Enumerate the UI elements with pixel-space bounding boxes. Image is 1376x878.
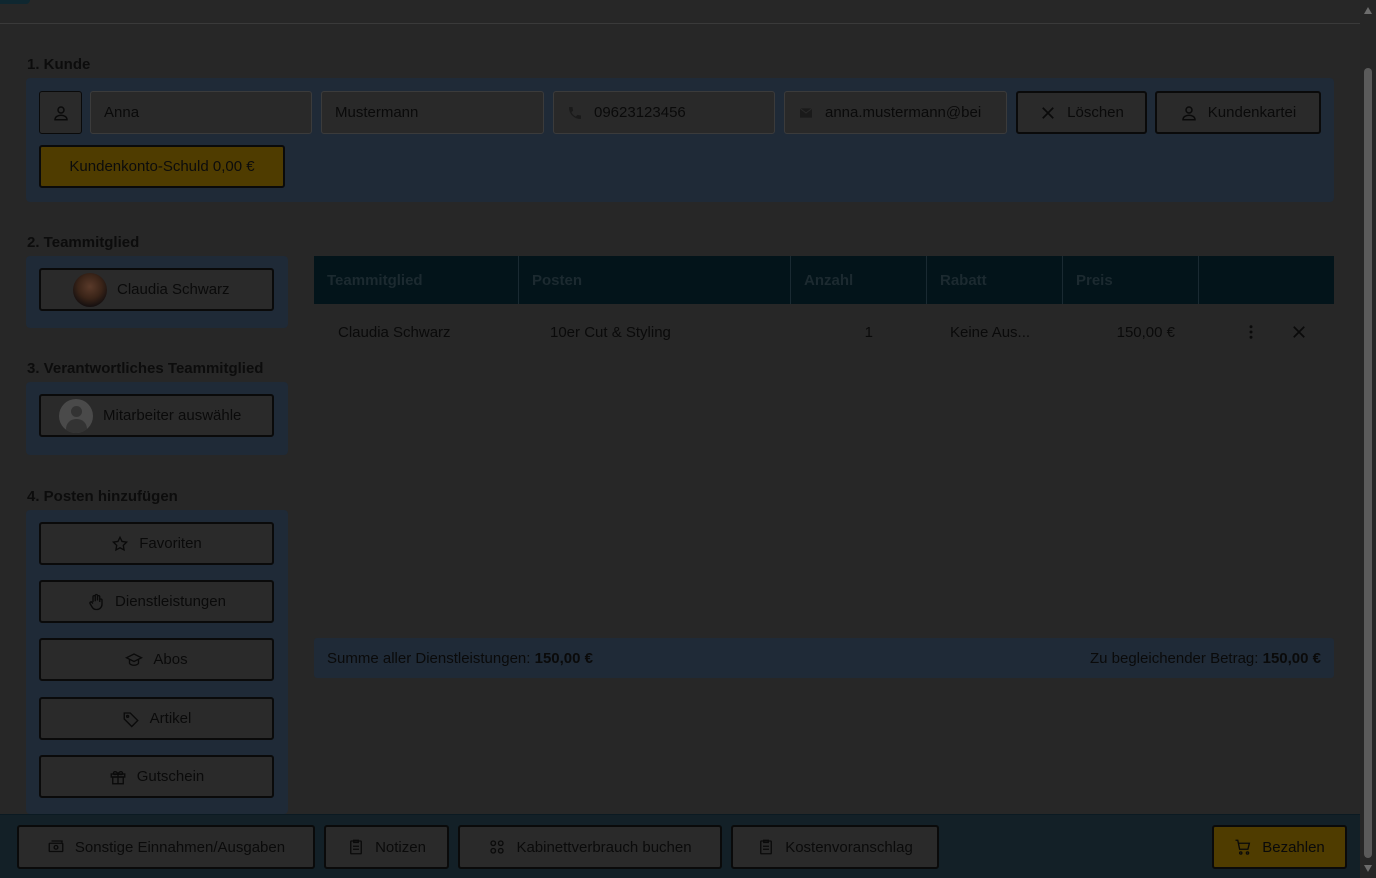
column-header: Anzahl	[791, 256, 927, 304]
cell-discount[interactable]: Keine Aus...	[927, 324, 1063, 341]
delete-customer-button[interactable]: Löschen	[1016, 91, 1147, 134]
table-row: Claudia Schwarz 10er Cut & Styling 1 Kei…	[314, 304, 1334, 360]
cell-actions	[1199, 321, 1334, 343]
section-title-customer: 1. Kunde	[27, 56, 91, 73]
voucher-label: Gutschein	[136, 768, 205, 785]
subscriptions-label: Abos	[153, 651, 188, 668]
cabinet-usage-button[interactable]: Kabinettverbrauch buchen	[458, 825, 722, 869]
vertical-scrollbar[interactable]	[1360, 0, 1376, 878]
responsible-member-button[interactable]: Mitarbeiter auswähle	[39, 394, 274, 437]
cart-icon	[1235, 839, 1251, 855]
pay-button[interactable]: Bezahlen	[1212, 825, 1347, 869]
cell-quantity[interactable]: 1	[791, 324, 927, 341]
last-name-value: Mustermann	[335, 104, 419, 121]
column-header: Preis	[1063, 256, 1199, 304]
scroll-up-arrow-icon[interactable]	[1364, 7, 1372, 14]
voucher-button[interactable]: Gutschein	[39, 755, 274, 798]
section-title-add-items: 4. Posten hinzufügen	[27, 488, 178, 505]
cell-item[interactable]: 10er Cut & Styling	[519, 324, 791, 341]
star-icon	[112, 535, 129, 551]
cash-icon	[48, 840, 64, 853]
phone-icon	[569, 106, 581, 119]
column-header: Posten	[519, 256, 791, 304]
tag-icon	[123, 711, 139, 727]
clipboard-icon	[350, 839, 362, 855]
person-icon	[1182, 105, 1196, 120]
due-amount: Zu begleichender Betrag: 150,00 €	[1090, 650, 1321, 667]
responsible-placeholder: Mitarbeiter auswähle	[103, 407, 242, 424]
team-member-button[interactable]: Claudia Schwarz	[39, 268, 274, 311]
customer-card-button[interactable]: Kundenkartei	[1155, 91, 1321, 134]
favorites-button[interactable]: Favoriten	[39, 522, 274, 565]
services-sum: Summe aller Dienstleistungen: 150,00 €	[327, 650, 593, 667]
services-sum-label: Summe aller Dienstleistungen:	[327, 649, 531, 667]
remove-row-icon[interactable]	[1290, 323, 1308, 341]
first-name-field[interactable]: Anna	[90, 91, 312, 134]
team-member-name: Claudia Schwarz	[117, 281, 230, 298]
section-title-responsible: 3. Verantwortliches Teammitglied	[27, 360, 264, 377]
column-header: Rabatt	[927, 256, 1063, 304]
person-icon	[53, 105, 68, 120]
email-value: anna.mustermann@bei	[825, 104, 982, 121]
other-income-expense-button[interactable]: Sonstige Einnahmen/Ausgaben	[17, 825, 315, 869]
summary-bar: Summe aller Dienstleistungen: 150,00 € Z…	[314, 638, 1334, 678]
table-header: Teammitglied Posten Anzahl Rabatt Preis	[314, 256, 1334, 304]
column-header: Teammitglied	[314, 256, 519, 304]
column-header-actions	[1199, 256, 1334, 304]
cabinet-usage-label: Kabinettverbrauch buchen	[516, 838, 692, 856]
other-income-expense-label: Sonstige Einnahmen/Ausgaben	[74, 838, 286, 856]
services-sum-value: 150,00 €	[534, 649, 593, 667]
graduation-cap-icon	[125, 652, 144, 666]
phone-field[interactable]: 09623123456	[553, 91, 775, 134]
top-corner	[0, 0, 30, 4]
customer-debt-label: Kundenkonto-Schuld 0,00 €	[69, 158, 255, 175]
section-title-team: 2. Teammitglied	[27, 234, 140, 251]
clipboard-icon	[760, 839, 773, 855]
delete-customer-label: Löschen	[1067, 104, 1124, 121]
hand-icon	[89, 593, 103, 610]
team-member-avatar	[73, 272, 107, 307]
notes-label: Notizen	[375, 838, 426, 856]
notes-button[interactable]: Notizen	[324, 825, 449, 869]
mail-icon	[799, 107, 813, 118]
articles-button[interactable]: Artikel	[39, 697, 274, 740]
customer-card-label: Kundenkartei	[1207, 104, 1297, 121]
cost-estimate-label: Kostenvoranschlag	[785, 838, 913, 856]
services-button[interactable]: Dienstleistungen	[39, 580, 274, 623]
cost-estimate-button[interactable]: Kostenvoranschlag	[731, 825, 939, 869]
pay-label: Bezahlen	[1262, 838, 1325, 856]
due-amount-label: Zu begleichender Betrag:	[1089, 649, 1259, 667]
phone-value: 09623123456	[594, 104, 686, 121]
gift-icon	[110, 770, 126, 784]
grid-icon	[490, 840, 505, 854]
customer-search-button[interactable]	[39, 91, 82, 134]
close-icon	[1042, 106, 1054, 119]
default-avatar-icon	[59, 398, 93, 433]
due-amount-value: 150,00 €	[1262, 649, 1321, 667]
first-name-value: Anna	[104, 104, 140, 121]
footer-bar: Sonstige Einnahmen/Ausgaben Notizen Kabi…	[0, 814, 1360, 878]
cell-price[interactable]: 150,00 €	[1063, 324, 1199, 341]
subscriptions-button[interactable]: Abos	[39, 638, 274, 681]
more-vertical-icon[interactable]	[1242, 321, 1260, 343]
email-field[interactable]: anna.mustermann@bei	[784, 91, 1007, 134]
scroll-down-arrow-icon[interactable]	[1364, 865, 1372, 872]
scrollbar-thumb[interactable]	[1364, 68, 1372, 858]
last-name-field[interactable]: Mustermann	[321, 91, 544, 134]
services-label: Dienstleistungen	[115, 593, 226, 610]
items-table: Teammitglied Posten Anzahl Rabatt Preis …	[314, 256, 1334, 360]
customer-debt-button[interactable]: Kundenkonto-Schuld 0,00 €	[39, 145, 285, 188]
articles-label: Artikel	[149, 710, 192, 727]
favorites-label: Favoriten	[139, 535, 202, 552]
top-bar	[0, 0, 1360, 24]
cell-member: Claudia Schwarz	[338, 323, 451, 341]
